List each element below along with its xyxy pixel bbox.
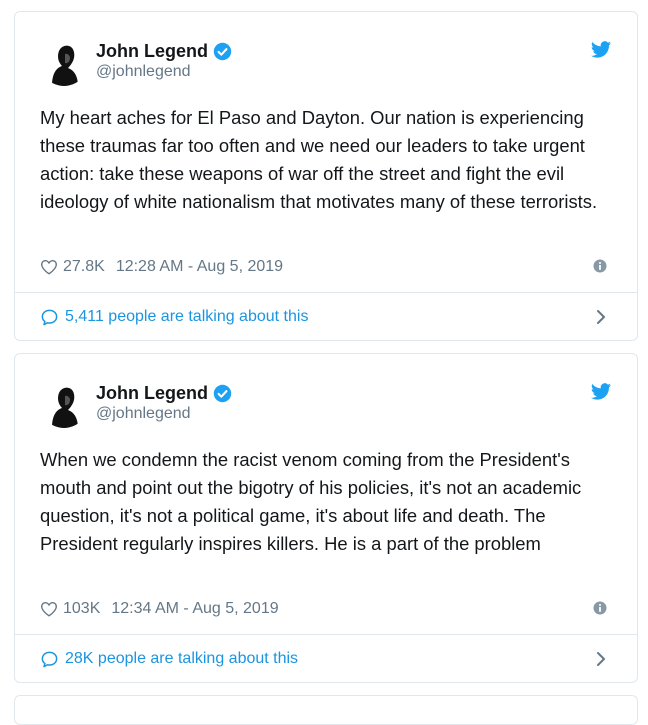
- talking-count[interactable]: 5,411 people are talking about this: [65, 308, 308, 326]
- speech-bubble-icon: [40, 650, 59, 669]
- info-icon[interactable]: [593, 259, 607, 273]
- tweet-meta: 27.8K 12:28 AM - Aug 5, 2019: [40, 255, 283, 279]
- conversation-link[interactable]: 28K people are talking about this: [40, 648, 298, 670]
- twitter-bird-icon[interactable]: [590, 39, 612, 61]
- like-count[interactable]: 27.8K: [63, 258, 105, 276]
- heart-icon[interactable]: [40, 258, 58, 276]
- timestamp[interactable]: 12:28 AM - Aug 5, 2019: [116, 258, 283, 276]
- speech-bubble-icon: [40, 308, 59, 327]
- twitter-bird-icon[interactable]: [590, 381, 612, 403]
- divider: [15, 292, 637, 293]
- verified-badge-icon: [213, 384, 232, 403]
- avatar[interactable]: [40, 38, 88, 86]
- chevron-right-icon[interactable]: [595, 308, 607, 326]
- avatar[interactable]: [40, 380, 88, 428]
- verified-badge-icon: [213, 42, 232, 61]
- like-count[interactable]: 103K: [63, 600, 100, 618]
- divider: [15, 634, 637, 635]
- author-name[interactable]: John Legend: [96, 383, 208, 404]
- author-row: John Legend: [96, 39, 232, 63]
- tweet-meta: 103K 12:34 AM - Aug 5, 2019: [40, 597, 279, 621]
- chevron-right-icon[interactable]: [595, 650, 607, 668]
- heart-icon[interactable]: [40, 600, 58, 618]
- author-row: John Legend: [96, 381, 232, 405]
- tweet-card[interactable]: John Legend @johnlegend When we condemn …: [14, 353, 638, 683]
- author-handle[interactable]: @johnlegend: [96, 63, 191, 81]
- tweet-card[interactable]: John Legend @johnlegend My heart aches f…: [14, 11, 638, 341]
- tweet-text: My heart aches for El Paso and Dayton. O…: [40, 107, 598, 212]
- timestamp[interactable]: 12:34 AM - Aug 5, 2019: [111, 600, 278, 618]
- author-handle[interactable]: @johnlegend: [96, 405, 191, 423]
- info-icon[interactable]: [593, 601, 607, 615]
- author-name[interactable]: John Legend: [96, 41, 208, 62]
- tweet-text: When we condemn the racist venom coming …: [40, 449, 582, 554]
- talking-count[interactable]: 28K people are talking about this: [65, 650, 298, 668]
- conversation-link[interactable]: 5,411 people are talking about this: [40, 306, 308, 328]
- tweet-card-partial: [14, 695, 638, 725]
